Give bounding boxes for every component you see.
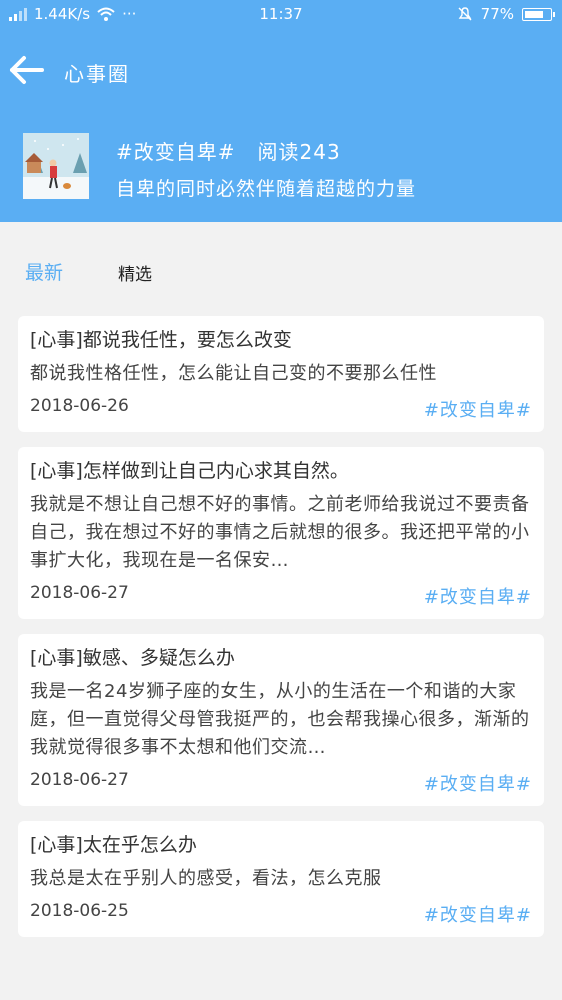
battery-fill [525,10,543,18]
post-date: 2018-06-26 [30,396,129,416]
post-body: 我总是太在乎别人的感受，看法，怎么克服 [30,868,382,889]
post-topic-tag[interactable]: #改变自卑# [424,396,532,422]
post-list: [心事]都说我任性，要怎么改变 都说我性格任性，怎么能让自己变的不要那么任性 2… [18,316,544,952]
post-date: 2018-06-27 [30,583,129,603]
post-date: 2018-06-25 [30,901,129,921]
status-right: 77% [457,5,555,23]
post-date: 2018-06-27 [30,770,129,790]
back-button[interactable] [6,50,46,90]
topic-description: 自卑的同时必然伴随着超越的力量 [116,178,417,200]
battery-icon [522,7,555,21]
post-footer: 2018-06-25 #改变自卑# [30,897,532,929]
tab-bar: 最新 精选 [0,222,562,312]
post-card[interactable]: [心事]敏感、多疑怎么办 我是一名24岁狮子座的女生，从小的生活在一个和谐的大家… [18,634,544,806]
post-footer: 2018-06-27 #改变自卑# [30,766,532,798]
post-title: [心事]怎样做到让自己内心求其自然。 [30,460,349,482]
tab-featured[interactable]: 精选 [118,260,152,285]
post-topic-tag[interactable]: #改变自卑# [424,901,532,927]
topic-read-count: 阅读243 [257,140,341,164]
topic-name: #改变自卑# [116,140,236,164]
mute-bell-icon [458,7,472,21]
post-card[interactable]: [心事]都说我任性，要怎么改变 都说我性格任性，怎么能让自己变的不要那么任性 2… [18,316,544,432]
post-card[interactable]: [心事]太在乎怎么办 我总是太在乎别人的感受，看法，怎么克服 2018-06-2… [18,821,544,937]
title-bar: 心事圈 [0,44,562,96]
post-title: [心事]敏感、多疑怎么办 [30,647,235,669]
status-bar: 1.44K/s ··· 11:37 77% [0,0,562,30]
post-title: [心事]都说我任性，要怎么改变 [30,329,292,351]
battery-percent: 77% [480,5,514,23]
post-body: 我就是不想让自己想不好的事情。之前老师给我说过不要责备自己，我在想过不好的事情之… [30,494,530,571]
topic-cover-image [23,133,89,199]
arrow-left-icon [10,56,44,84]
post-title: [心事]太在乎怎么办 [30,834,197,856]
post-body: 我是一名24岁狮子座的女生，从小的生活在一个和谐的大家庭，但一直觉得父母管我挺严… [30,681,530,758]
page-title: 心事圈 [64,62,130,86]
post-footer: 2018-06-26 #改变自卑# [30,392,532,424]
post-body: 都说我性格任性，怎么能让自己变的不要那么任性 [30,363,437,384]
tab-latest[interactable]: 最新 [25,258,63,285]
topic-heading: #改变自卑# 阅读243 [116,136,341,165]
post-card[interactable]: [心事]怎样做到让自己内心求其自然。 我就是不想让自己想不好的事情。之前老师给我… [18,447,544,619]
post-topic-tag[interactable]: #改变自卑# [424,770,532,796]
post-topic-tag[interactable]: #改变自卑# [424,583,532,609]
post-footer: 2018-06-27 #改变自卑# [30,579,532,611]
